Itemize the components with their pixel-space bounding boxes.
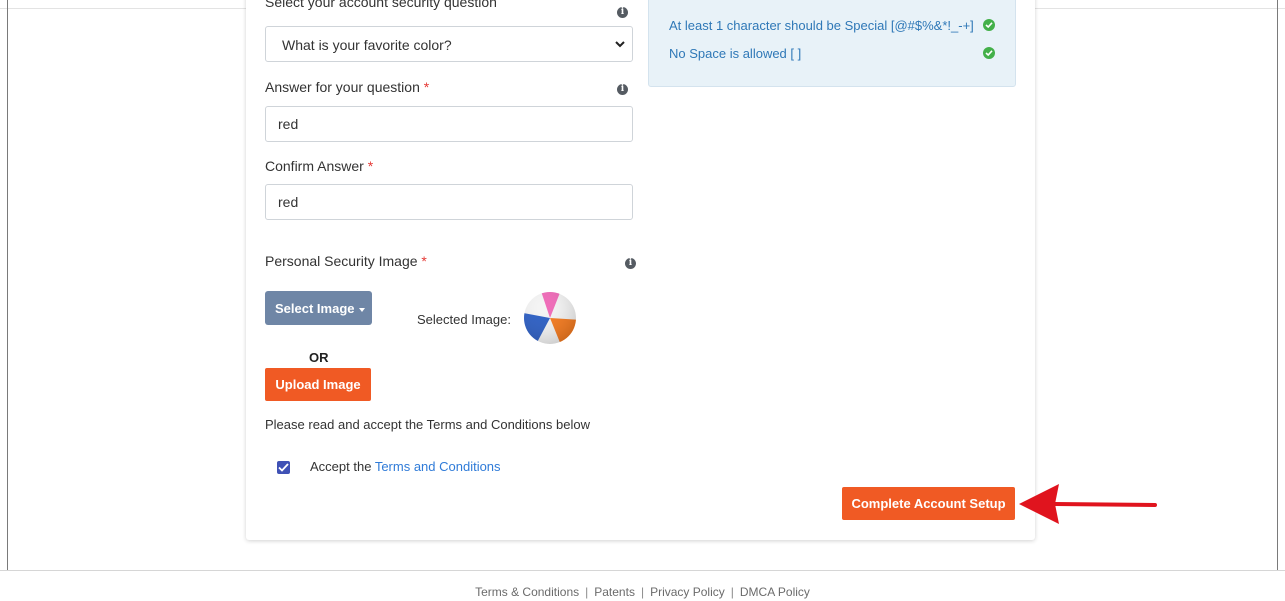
- confirm-answer-label: Confirm Answer *: [265, 158, 374, 174]
- check-circle-icon: [983, 19, 995, 31]
- answer-label: Answer for your question *: [265, 79, 430, 95]
- footer-separator: |: [730, 585, 734, 599]
- frame-left-border: [7, 0, 8, 570]
- security-image-label: Personal Security Image *: [265, 253, 427, 269]
- accept-terms-checkbox[interactable]: [277, 461, 290, 474]
- info-icon[interactable]: i: [625, 258, 636, 269]
- accept-terms-label: Accept the Terms and Conditions: [310, 459, 501, 474]
- password-rule-space: No Space is allowed [ ]: [669, 46, 802, 61]
- page-footer: Terms & Conditions | Patents | Privacy Polic…: [0, 570, 1285, 601]
- terms-link[interactable]: Terms and Conditions: [375, 459, 501, 474]
- footer-link-privacy[interactable]: Privacy Policy: [650, 585, 725, 599]
- security-question-value: What is your favorite color?: [282, 37, 452, 53]
- select-image-button[interactable]: Select Image: [265, 291, 372, 325]
- footer-links: Terms & Conditions | Patents | Privacy Polic…: [0, 585, 1285, 599]
- complete-account-setup-button[interactable]: Complete Account Setup: [842, 487, 1015, 520]
- caret-down-icon: [358, 307, 365, 312]
- chevron-down-icon: [615, 41, 625, 48]
- terms-notice: Please read and accept the Terms and Con…: [265, 417, 590, 432]
- or-divider-text: OR: [309, 350, 329, 365]
- red-arrow-annotation: [1019, 484, 1157, 524]
- answer-input[interactable]: [265, 106, 633, 142]
- footer-link-patents[interactable]: Patents: [594, 585, 635, 599]
- info-icon[interactable]: i: [617, 84, 628, 95]
- check-circle-icon: [983, 47, 995, 59]
- required-mark: *: [367, 158, 374, 174]
- footer-link-dmca[interactable]: DMCA Policy: [740, 585, 810, 599]
- security-question-select[interactable]: What is your favorite color?: [265, 26, 633, 62]
- footer-separator: |: [640, 585, 645, 599]
- confirm-answer-input[interactable]: [265, 184, 633, 220]
- frame-right-border: [1277, 0, 1278, 570]
- selected-image-label: Selected Image:: [417, 312, 511, 327]
- required-mark: *: [421, 253, 427, 269]
- required-mark: *: [423, 79, 430, 95]
- password-rules-panel: At least 1 character should be Special […: [648, 0, 1016, 87]
- footer-separator: |: [585, 585, 589, 599]
- password-rule-special: At least 1 character should be Special […: [669, 18, 974, 33]
- upload-image-button[interactable]: Upload Image: [265, 368, 371, 401]
- info-icon[interactable]: i: [617, 7, 628, 18]
- checkbox-check-icon: [278, 463, 289, 472]
- footer-link-terms[interactable]: Terms & Conditions: [475, 585, 579, 599]
- beach-ball-image: [524, 292, 576, 344]
- security-question-label: Select your account security question: [265, 0, 497, 10]
